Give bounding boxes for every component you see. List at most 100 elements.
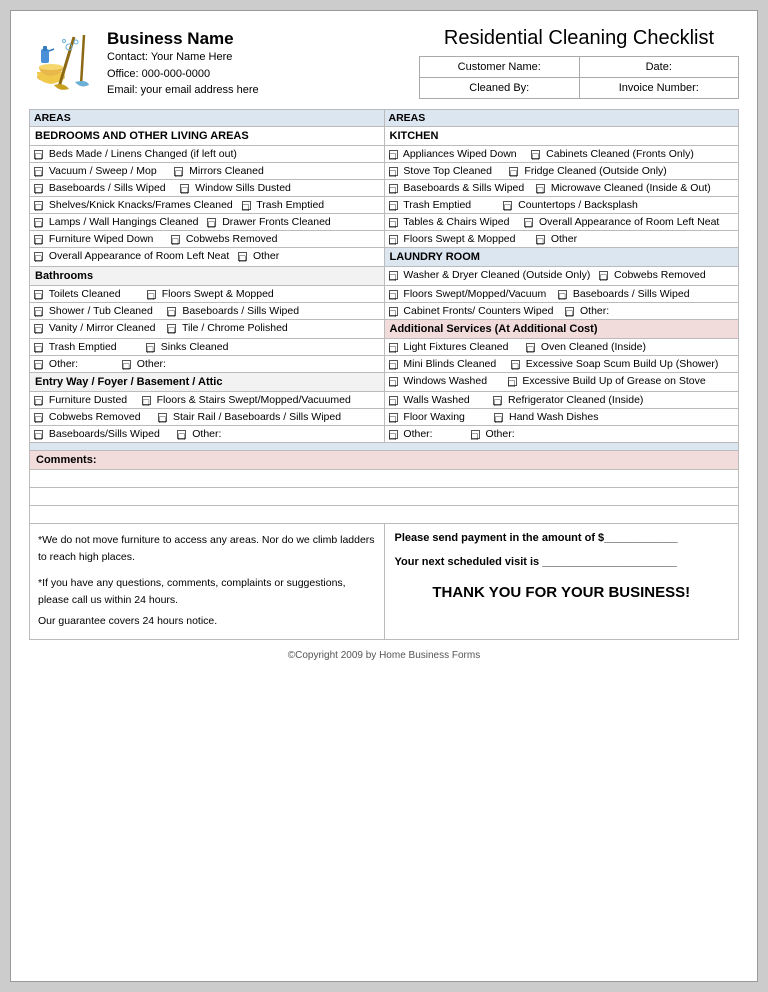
bedrooms-header: BEDROOMS AND OTHER LIVING AREAS	[30, 127, 385, 146]
checkbox-b5a[interactable]: □	[34, 360, 43, 369]
checkbox-k4b[interactable]: □	[503, 201, 512, 210]
checkbox-a2b[interactable]: □	[511, 360, 520, 369]
additional-label-6: Other:	[403, 428, 432, 440]
checkbox-b4b[interactable]: □	[146, 343, 155, 352]
footer-text-1: *We do not move furniture to access any …	[38, 532, 376, 567]
checkbox-l2[interactable]: □	[389, 290, 398, 299]
checkbox-k3[interactable]: □	[389, 184, 398, 193]
entry-label-1b: Floors & Stairs Swept/Mopped/Vacuumed	[157, 394, 351, 406]
checkbox-e3b[interactable]: □	[177, 430, 186, 439]
checkbox-e2b[interactable]: □	[158, 413, 167, 422]
checkbox-k1b[interactable]: □	[531, 150, 540, 159]
footer-row: *We do not move furniture to access any …	[30, 524, 739, 640]
entry-item-1: □ Furniture Dusted □ Floors & Stairs Swe…	[30, 392, 385, 409]
entry-label-2a: Cobwebs Removed	[49, 411, 141, 423]
checkbox-b5b[interactable]: □	[122, 360, 131, 369]
kitchen-label-1: Appliances Wiped Down	[403, 148, 517, 160]
checkbox-k2[interactable]: □	[389, 167, 398, 176]
bed-item-1: □ Beds Made / Linens Changed (if left ou…	[30, 146, 385, 163]
bath-label-2a: Shower / Tub Cleaned	[49, 305, 153, 317]
additional-label-2: Mini Blinds Cleaned	[403, 358, 496, 370]
bath-label-4b: Sinks Cleaned	[161, 341, 229, 353]
checkbox-k6b[interactable]: □	[536, 235, 545, 244]
checkbox-7a[interactable]: □	[34, 252, 43, 261]
footer-text-2: *If you have any questions, comments, co…	[38, 575, 376, 610]
entry-item-3: □ Baseboards/Sills Wiped □ Other:	[30, 426, 385, 443]
entry-label-3b: Other:	[192, 428, 221, 440]
checkbox-l3[interactable]: □	[389, 307, 398, 316]
checkbox-l1[interactable]: □	[389, 271, 398, 280]
checkbox-3a[interactable]: □	[34, 184, 43, 193]
checkbox-l2b[interactable]: □	[558, 290, 567, 299]
checkbox-a2[interactable]: □	[389, 360, 398, 369]
bed-label-3b: Window Sills Dusted	[195, 182, 291, 194]
comment-line-cell-3	[30, 506, 739, 524]
checkbox-4b[interactable]: □	[242, 201, 251, 210]
comment-line-cell-2	[30, 488, 739, 506]
customer-name-row: Customer Name: Date:	[420, 57, 738, 78]
checkbox-b3b[interactable]: □	[167, 324, 176, 333]
checkbox-a4b[interactable]: □	[493, 396, 502, 405]
checkbox-1[interactable]: □	[34, 150, 43, 159]
bath-item-4: □ Trash Emptied □ Sinks Cleaned	[30, 339, 385, 356]
additional-label-1: Light Fixtures Cleaned	[403, 341, 508, 353]
checkbox-a1[interactable]: □	[389, 343, 398, 352]
bath-label-5a: Other:	[49, 358, 78, 370]
laundry-label-3b: Other:	[580, 305, 609, 317]
kitchen-trash-row: □ Trash Emptied □ Countertops / Backspla…	[384, 197, 739, 214]
checkbox-b2a[interactable]: □	[34, 307, 43, 316]
page: Business Name Contact: Your Name Here Of…	[10, 10, 758, 982]
checkbox-e1b[interactable]: □	[142, 396, 151, 405]
bath-item-1: □ Toilets Cleaned □ Floors Swept & Moppe…	[30, 286, 385, 303]
additional-label-6b: Other:	[485, 428, 514, 440]
checkbox-5a[interactable]: □	[34, 218, 43, 227]
checkbox-b3a[interactable]: □	[34, 324, 43, 333]
checkbox-l1b[interactable]: □	[599, 271, 608, 280]
entry-item-2: □ Cobwebs Removed □ Stair Rail / Baseboa…	[30, 409, 385, 426]
checkbox-k1[interactable]: □	[389, 150, 398, 159]
bathrooms-laundry-1: Bathrooms □ Washer & Dryer Cleaned (Outs…	[30, 267, 739, 286]
checkbox-7b[interactable]: □	[238, 252, 247, 261]
checkbox-k5b[interactable]: □	[524, 218, 533, 227]
checkbox-b2b[interactable]: □	[167, 307, 176, 316]
checkbox-k5[interactable]: □	[389, 218, 398, 227]
checkbox-6b[interactable]: □	[171, 235, 180, 244]
checkbox-a1b[interactable]: □	[526, 343, 535, 352]
checkbox-a5[interactable]: □	[389, 413, 398, 422]
main-title: Residential Cleaning Checklist	[419, 27, 739, 50]
checkbox-b1b[interactable]: □	[147, 290, 156, 299]
checkbox-k6[interactable]: □	[389, 235, 398, 244]
checkbox-e2a[interactable]: □	[34, 413, 43, 422]
checkbox-b4a[interactable]: □	[34, 343, 43, 352]
checkbox-b1a[interactable]: □	[34, 290, 43, 299]
checkbox-k2b[interactable]: □	[509, 167, 518, 176]
checkbox-4a[interactable]: □	[34, 201, 43, 210]
checkbox-6a[interactable]: □	[34, 235, 43, 244]
checkbox-2b[interactable]: □	[174, 167, 183, 176]
checkbox-a4[interactable]: □	[389, 396, 398, 405]
comments-row: Comments:	[30, 451, 739, 470]
checkbox-k3b[interactable]: □	[536, 184, 545, 193]
checkbox-a3b[interactable]: □	[508, 377, 517, 386]
laundry-item-3: □ Cabinet Fronts/ Counters Wiped □ Other…	[384, 303, 739, 320]
bed-label-2a: Vacuum / Sweep / Mop	[49, 165, 157, 177]
checkbox-2a[interactable]: □	[34, 167, 43, 176]
schedule-text: Your next scheduled visit is ___________…	[395, 556, 729, 568]
bed-label-7a: Overall Appearance of Room Left Neat	[49, 250, 229, 262]
entry-2-additional-5: □ Cobwebs Removed □ Stair Rail / Baseboa…	[30, 409, 739, 426]
customer-name-label: Customer Name:	[420, 57, 580, 77]
checkbox-a3[interactable]: □	[389, 377, 398, 386]
checkbox-e1a[interactable]: □	[34, 396, 43, 405]
checkbox-5b[interactable]: □	[207, 218, 216, 227]
checkbox-e3a[interactable]: □	[34, 430, 43, 439]
kitchen-label-5: Tables & Chairs Wiped	[403, 216, 509, 228]
copyright: ©Copyright 2009 by Home Business Forms	[29, 650, 739, 661]
checkbox-l3b[interactable]: □	[565, 307, 574, 316]
checkbox-a6b[interactable]: □	[471, 430, 480, 439]
kitchen-tables-row: □ Tables & Chairs Wiped □ Overall Appear…	[384, 214, 739, 231]
checkbox-3b[interactable]: □	[180, 184, 189, 193]
checkbox-a6[interactable]: □	[389, 430, 398, 439]
checkbox-k4[interactable]: □	[389, 201, 398, 210]
laundry-item-2: □ Floors Swept/Mopped/Vacuum □ Baseboard…	[384, 286, 739, 303]
checkbox-a5b[interactable]: □	[494, 413, 503, 422]
